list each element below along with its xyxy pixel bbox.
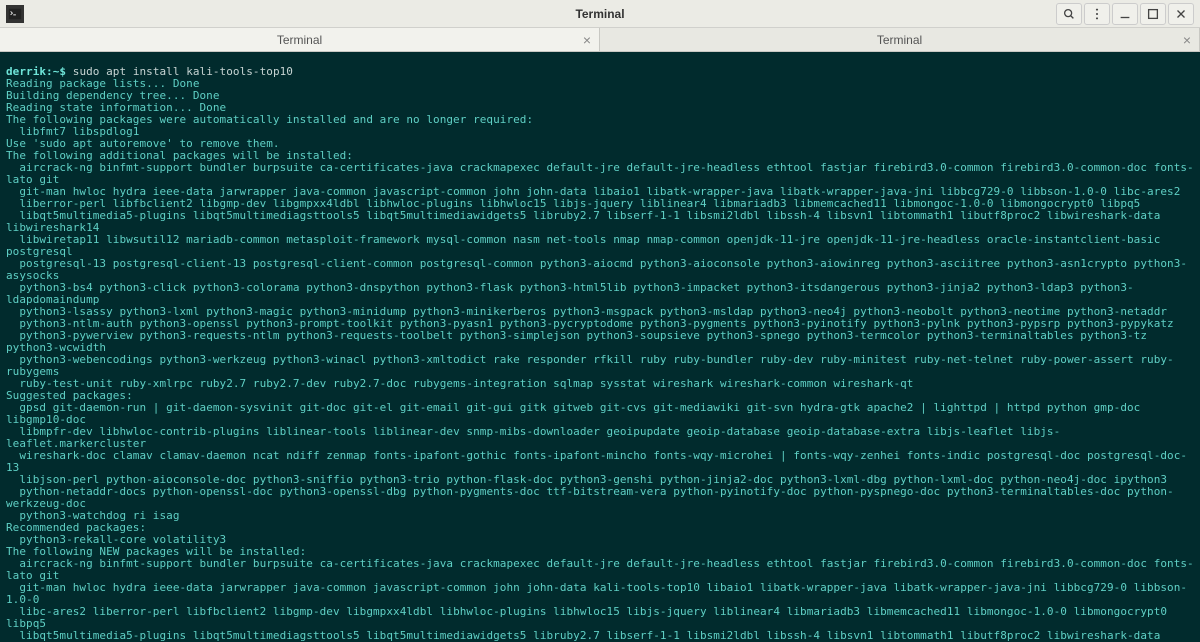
search-button[interactable] bbox=[1056, 3, 1082, 25]
close-button[interactable] bbox=[1168, 3, 1194, 25]
tab-bar: Terminal × Terminal × bbox=[0, 28, 1200, 52]
search-icon bbox=[1062, 7, 1076, 21]
output-line: libqt5multimedia5-plugins libqt5multimed… bbox=[6, 209, 1167, 234]
tab-terminal-2[interactable]: Terminal × bbox=[600, 28, 1200, 51]
tab-label: Terminal bbox=[277, 33, 322, 47]
output-line: python3-bs4 python3-click python3-colora… bbox=[6, 281, 1134, 306]
output-line: python3-webencodings python3-werkzeug py… bbox=[6, 353, 1174, 378]
output-line: libc-ares2 liberror-perl libfbclient2 li… bbox=[6, 605, 1174, 630]
output-line: git-man hwloc hydra ieee-data jarwrapper… bbox=[6, 581, 1187, 606]
output-line: postgresql-13 postgresql-client-13 postg… bbox=[6, 257, 1187, 282]
output-line: python3-pywerview python3-requests-ntlm … bbox=[6, 329, 1154, 354]
window-titlebar: Terminal bbox=[0, 0, 1200, 28]
output-line: libqt5multimedia5-plugins libqt5multimed… bbox=[6, 629, 1167, 642]
menu-button[interactable] bbox=[1084, 3, 1110, 25]
tab-close-button[interactable]: × bbox=[1183, 32, 1191, 48]
tab-close-button[interactable]: × bbox=[583, 32, 591, 48]
titlebar-controls bbox=[1056, 3, 1194, 25]
output-line: gpsd git-daemon-run | git-daemon-sysvini… bbox=[6, 401, 1147, 426]
output-line: python-netaddr-docs python-openssl-doc p… bbox=[6, 485, 1174, 510]
output-line: libmpfr-dev libhwloc-contrib-plugins lib… bbox=[6, 425, 1060, 450]
output-line: wireshark-doc clamav clamav-daemon ncat … bbox=[6, 449, 1187, 474]
titlebar-left bbox=[6, 5, 24, 23]
minimize-button[interactable] bbox=[1112, 3, 1138, 25]
kebab-menu-icon bbox=[1090, 7, 1104, 21]
terminal-app-icon bbox=[6, 5, 24, 23]
output-line: ruby-test-unit ruby-xmlrpc ruby2.7 ruby2… bbox=[6, 377, 913, 390]
maximize-icon bbox=[1146, 7, 1160, 21]
tab-label: Terminal bbox=[877, 33, 922, 47]
terminal-output[interactable]: derrik:~$ sudo apt install kali-tools-to… bbox=[0, 52, 1200, 642]
tab-terminal-1[interactable]: Terminal × bbox=[0, 28, 600, 51]
output-line: aircrack-ng binfmt-support bundler burps… bbox=[6, 161, 1194, 186]
minimize-icon bbox=[1118, 7, 1132, 21]
output-line: aircrack-ng binfmt-support bundler burps… bbox=[6, 557, 1194, 582]
output-line: libwiretap11 libwsutil12 mariadb-common … bbox=[6, 233, 1167, 258]
close-icon bbox=[1174, 7, 1188, 21]
window-title: Terminal bbox=[575, 7, 624, 21]
maximize-button[interactable] bbox=[1140, 3, 1166, 25]
